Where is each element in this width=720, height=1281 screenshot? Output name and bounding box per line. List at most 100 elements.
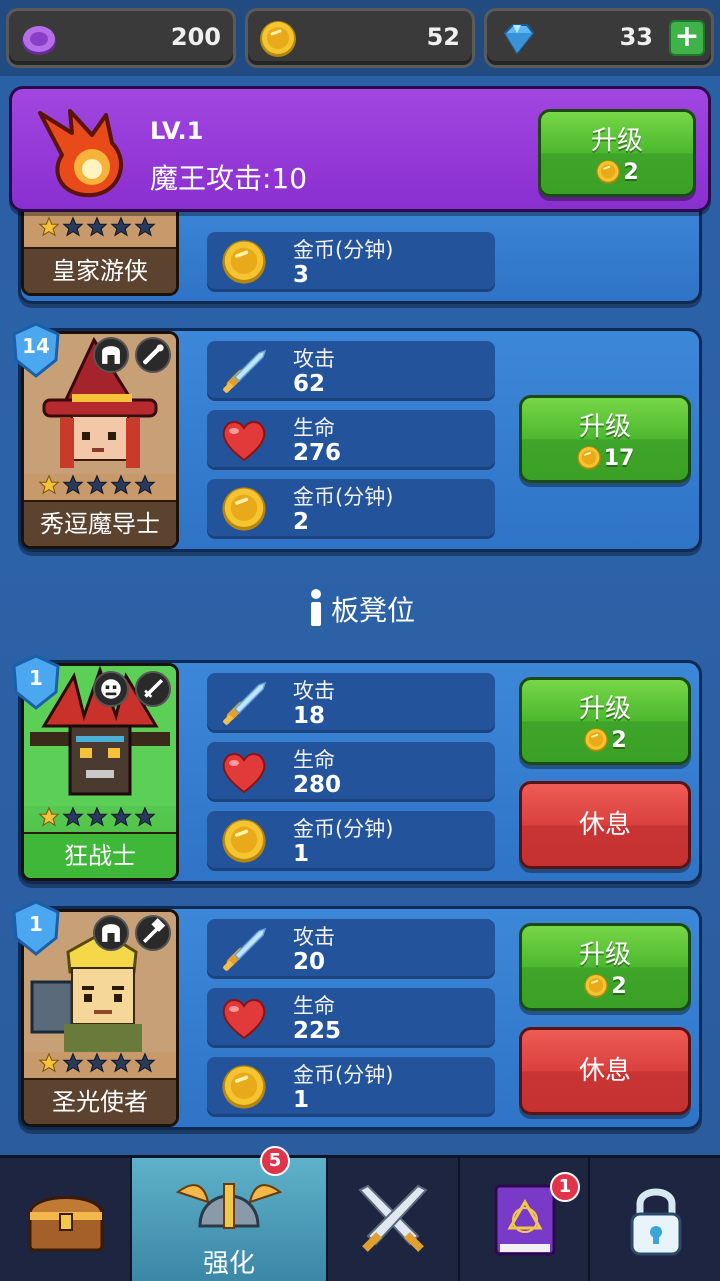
- hero-name: 皇家游侠: [24, 247, 176, 293]
- bench-panel-berserker: 狂战士 攻击 18 生命 280 金币(分钟) 1 升级 2 休息: [18, 660, 702, 884]
- heart-icon: [219, 994, 269, 1042]
- upgrade-label: 升级: [578, 940, 631, 970]
- gem-value: 33: [619, 23, 653, 51]
- rest-button[interactable]: 休息: [519, 781, 691, 869]
- star-icon: [62, 216, 84, 238]
- tab-locked[interactable]: [590, 1158, 720, 1281]
- star-icon: [110, 216, 132, 238]
- notification-badge: 5: [260, 1146, 290, 1176]
- star-rating: [38, 1052, 156, 1074]
- info-icon: [310, 589, 321, 626]
- upgrade-cost: 17: [603, 445, 635, 471]
- upgrade-label: 升级: [590, 126, 643, 156]
- star-rating: [38, 806, 156, 828]
- sword-icon: [219, 347, 269, 395]
- hero-level-badge: 1: [10, 654, 62, 710]
- rest-button[interactable]: 休息: [519, 1027, 691, 1115]
- tab-upgrade-label: 强化: [202, 1249, 255, 1279]
- hero-level: 1: [29, 912, 43, 936]
- hero-level-badge: 14: [10, 322, 62, 378]
- coin-label: 金币(分钟): [293, 817, 394, 841]
- orb-value: 200: [170, 23, 221, 51]
- sword-icon: [219, 679, 269, 727]
- orc-class-icon: [93, 671, 129, 707]
- tab-chest[interactable]: [0, 1158, 132, 1281]
- hero-upgrade-button[interactable]: 升级 2: [519, 923, 691, 1011]
- hero-level: 1: [29, 666, 43, 690]
- upgrade-cost: 2: [611, 727, 627, 753]
- coin-value: 1: [293, 841, 310, 867]
- upgrade-label: 升级: [578, 412, 631, 442]
- gold-coin-icon: [576, 445, 602, 471]
- tab-spellbook[interactable]: 1: [460, 1158, 590, 1281]
- coin-stat: 金币(分钟) 3: [207, 232, 495, 292]
- attack-stat: 攻击 18: [207, 673, 495, 733]
- star-icon: [86, 474, 108, 496]
- hero-name: 狂战士: [24, 832, 176, 878]
- bench-title: 板凳位: [0, 588, 720, 629]
- fireball-icon: [38, 109, 123, 198]
- gold-coin-icon: [258, 19, 298, 59]
- coin-label: 金币(分钟): [293, 1063, 394, 1087]
- star-icon: [38, 474, 60, 496]
- staff-weapon-icon: [135, 337, 171, 373]
- upgrade-cost: 2: [623, 159, 639, 185]
- tab-battle[interactable]: [328, 1158, 460, 1281]
- star-icon: [86, 806, 108, 828]
- coin-value: 3: [293, 262, 310, 288]
- star-icon: [62, 1052, 84, 1074]
- star-icon: [86, 1052, 108, 1074]
- bench-title-text: 板凳位: [330, 594, 415, 627]
- gold-coin-icon: [219, 238, 269, 286]
- crossed-swords-icon: [358, 1184, 428, 1252]
- star-icon: [110, 474, 132, 496]
- star-icon: [86, 216, 108, 238]
- gold-value: 52: [426, 23, 460, 51]
- hero-upgrade-button[interactable]: 升级 17: [519, 395, 691, 483]
- hp-stat: 生命 225: [207, 988, 495, 1048]
- upgrade-label: 升级: [578, 694, 631, 724]
- hp-stat: 生命 276: [207, 410, 495, 470]
- attack-label: 攻击: [293, 925, 335, 949]
- coin-stat: 金币(分钟) 1: [207, 811, 495, 871]
- gold-coin-icon: [219, 817, 269, 865]
- star-icon: [134, 806, 156, 828]
- bench-panel-paladin: 圣光使者 攻击 20 生命 225 金币(分钟) 1 升级 2 休息: [18, 906, 702, 1130]
- star-icon: [110, 806, 132, 828]
- boss-banner: LV.1 魔王攻击:10 升级 2: [9, 86, 711, 212]
- attack-value: 20: [293, 949, 326, 975]
- star-icon: [62, 806, 84, 828]
- gold-coin-icon: [583, 973, 609, 999]
- currency-bar: 200 52 33 +: [0, 0, 720, 76]
- boss-level: LV.1: [150, 117, 204, 145]
- attack-value: 18: [293, 703, 326, 729]
- attack-stat: 攻击 20: [207, 919, 495, 979]
- hero-level: 14: [22, 334, 50, 358]
- heart-icon: [219, 416, 269, 464]
- tab-upgrade[interactable]: 强化 5: [132, 1146, 328, 1281]
- boss-upgrade-button[interactable]: 升级 2: [538, 109, 696, 197]
- attack-label: 攻击: [293, 679, 335, 703]
- star-icon: [38, 1052, 60, 1074]
- padlock-icon: [630, 1188, 682, 1256]
- hero-name: 秀逗魔导士: [24, 500, 176, 546]
- hero-upgrade-button[interactable]: 升级 2: [519, 677, 691, 765]
- hero-panel-sorceress: 秀逗魔导士 攻击 62 生命 276 金币(分钟) 2 升级 17: [18, 328, 702, 552]
- coin-label: 金币(分钟): [293, 238, 394, 262]
- hp-value: 276: [293, 440, 342, 466]
- star-rating: [38, 474, 156, 496]
- hp-label: 生命: [293, 416, 335, 440]
- attack-stat: 攻击 62: [207, 341, 495, 401]
- gold-currency: 52: [245, 8, 475, 68]
- hero-level-badge: 1: [10, 900, 62, 956]
- coin-stat: 金币(分钟) 1: [207, 1057, 495, 1117]
- hammer-weapon-icon: [135, 915, 171, 951]
- sword-icon: [219, 925, 269, 973]
- coin-value: 1: [293, 1087, 310, 1113]
- add-gems-button[interactable]: +: [669, 20, 705, 56]
- hp-value: 280: [293, 772, 342, 798]
- attack-label: 攻击: [293, 347, 335, 371]
- star-icon: [38, 216, 60, 238]
- star-icon: [134, 1052, 156, 1074]
- treasure-chest-icon: [28, 1196, 104, 1252]
